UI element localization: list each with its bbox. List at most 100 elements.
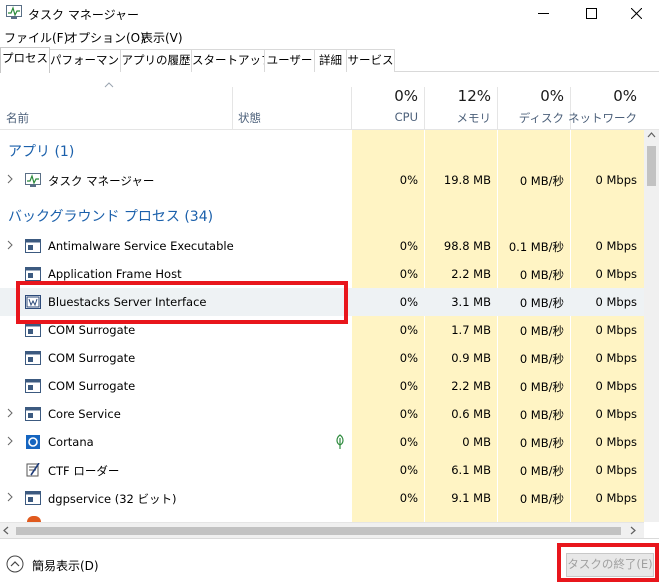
tab-users[interactable]: ユーザー — [264, 49, 315, 72]
annotation-highlight-row — [16, 281, 348, 324]
process-name: COM Surrogate — [48, 351, 136, 365]
vertical-scroll-thumb[interactable] — [647, 146, 656, 186]
chevron-right-icon[interactable] — [6, 240, 14, 250]
column-name[interactable]: 名前 — [6, 110, 29, 126]
network-value: 0 Mbps — [595, 463, 638, 477]
tab-processes[interactable]: プロセス — [0, 47, 50, 73]
disk-value: 0.1 MB/秒 — [508, 240, 564, 254]
cpu-label: CPU — [394, 110, 418, 124]
tab-app-history[interactable]: アプリの履歴 — [120, 49, 192, 72]
column-memory[interactable]: 12% メモリ — [425, 73, 497, 130]
disk-value: 0 MB/秒 — [519, 380, 564, 394]
memory-value: 0.9 MB — [451, 351, 491, 365]
cpu-value: 0% — [399, 351, 418, 365]
table-row[interactable]: Antimalware Service Executable 0% 98.8 M… — [0, 232, 644, 260]
memory-total: 12% — [457, 87, 491, 105]
group-label: バックグラウンド プロセス (34) — [8, 209, 214, 225]
scroll-right-icon[interactable] — [630, 526, 636, 535]
network-value: 0 Mbps — [595, 239, 638, 253]
window-icon — [25, 267, 41, 281]
chevron-up-circle-icon[interactable] — [6, 555, 24, 573]
cortana-icon — [26, 435, 40, 449]
process-name: Cortana — [48, 435, 94, 449]
column-header: 名前 状態 0% CPU 12% メモリ 0% ディスク 0% ネットワーク — [0, 73, 659, 130]
chevron-right-icon[interactable] — [6, 492, 14, 502]
horizontal-scrollbar[interactable] — [0, 522, 644, 538]
cpu-value: 0% — [399, 379, 418, 393]
vertical-scrollbar[interactable] — [644, 130, 659, 522]
table-row[interactable]: CTF ローダー 0% 6.1 MB 0 MB/秒 0 Mbps — [0, 456, 644, 484]
process-name: Application Frame Host — [48, 267, 182, 281]
scroll-up-icon[interactable] — [647, 132, 656, 138]
process-list: アプリ (1) タスク マネージャー 0% 19.8 MB 0 MB/秒 0 M… — [0, 130, 644, 522]
memory-value: 98.8 MB — [443, 239, 491, 253]
tab-startup[interactable]: スタートアップ — [191, 49, 273, 72]
disk-value: 0 MB/秒 — [519, 436, 564, 450]
group-header-background[interactable]: バックグラウンド プロセス (34) — [0, 199, 644, 231]
cpu-value: 0% — [399, 239, 418, 253]
process-name: COM Surrogate — [48, 379, 136, 393]
column-cpu[interactable]: 0% CPU — [352, 73, 424, 130]
ctf-loader-icon — [26, 463, 40, 477]
group-label: アプリ (1) — [8, 144, 75, 160]
column-status[interactable]: 状態 — [238, 110, 261, 126]
title-bar: タスク マネージャー — [0, 0, 659, 26]
cpu-value: 0% — [399, 323, 418, 337]
menu-file[interactable]: ファイル(F) — [4, 29, 68, 46]
disk-total: 0% — [540, 87, 564, 105]
cpu-value: 0% — [399, 435, 418, 449]
column-network[interactable]: 0% ネットワーク — [568, 73, 643, 130]
chevron-right-icon[interactable] — [6, 174, 14, 184]
memory-value: 9.1 MB — [451, 491, 491, 505]
chevron-right-icon[interactable] — [6, 436, 14, 446]
cpu-value: 0% — [399, 491, 418, 505]
table-row[interactable]: Core Service 0% 0.6 MB 0 MB/秒 0 Mbps — [0, 400, 644, 428]
horizontal-scroll-thumb[interactable] — [16, 527, 621, 535]
cpu-value: 0% — [399, 295, 418, 309]
network-total: 0% — [613, 87, 637, 105]
disk-value: 0 MB/秒 — [519, 296, 564, 310]
table-row[interactable]: dgpservice (32 ビット) 0% 9.1 MB 0 MB/秒 0 M… — [0, 484, 644, 512]
window-icon — [25, 351, 41, 365]
memory-value: 3.1 MB — [451, 295, 491, 309]
tab-bar: プロセス パフォーマンス アプリの履歴 スタートアップ ユーザー 詳細 サービス — [0, 46, 659, 73]
tab-performance[interactable]: パフォーマンス — [49, 49, 130, 72]
annotation-highlight-button — [557, 543, 659, 582]
tab-services[interactable]: サービス — [346, 49, 395, 72]
table-row[interactable]: COM Surrogate 0% 0.9 MB 0 MB/秒 0 Mbps — [0, 344, 644, 372]
chevron-right-icon[interactable] — [6, 408, 14, 418]
close-icon — [630, 7, 642, 19]
tab-details[interactable]: 詳細 — [314, 49, 347, 72]
table-row[interactable]: タスク マネージャー 0% 19.8 MB 0 MB/秒 0 Mbps — [0, 166, 644, 194]
scroll-left-icon[interactable] — [3, 526, 9, 535]
network-value: 0 Mbps — [595, 323, 638, 337]
menu-view[interactable]: 表示(V) — [141, 29, 183, 46]
close-button[interactable] — [613, 0, 659, 26]
menu-bar: ファイル(F) オプション(O) 表示(V) — [0, 26, 659, 46]
network-label: ネットワーク — [568, 111, 637, 125]
network-value: 0 Mbps — [595, 379, 638, 393]
column-divider — [232, 87, 233, 130]
table-row[interactable]: Cortana 0% 0 MB 0 MB/秒 0 Mbps — [0, 428, 644, 456]
network-value: 0 Mbps — [595, 295, 638, 309]
network-value: 0 Mbps — [595, 435, 638, 449]
task-manager-icon — [6, 5, 22, 19]
fewer-details-link[interactable]: 簡易表示(D) — [32, 557, 99, 574]
disk-value: 0 MB/秒 — [519, 464, 564, 478]
process-name: COM Surrogate — [48, 323, 136, 337]
process-name: CTF ローダー — [48, 464, 120, 478]
minimize-button[interactable] — [520, 0, 566, 26]
network-value: 0 Mbps — [595, 351, 638, 365]
group-header-apps[interactable]: アプリ (1) — [0, 134, 644, 166]
menu-options[interactable]: オプション(O) — [66, 29, 145, 46]
minimize-icon — [537, 12, 549, 14]
disk-value: 0 MB/秒 — [519, 352, 564, 366]
cpu-value: 0% — [399, 267, 418, 281]
column-disk[interactable]: 0% ディスク — [498, 73, 570, 130]
table-row[interactable]: COM Surrogate 0% 2.2 MB 0 MB/秒 0 Mbps — [0, 372, 644, 400]
disk-value: 0 MB/秒 — [519, 492, 564, 506]
window-title: タスク マネージャー — [28, 8, 139, 22]
window-icon — [25, 491, 41, 505]
cpu-value: 0% — [399, 407, 418, 421]
maximize-button[interactable] — [568, 0, 614, 26]
